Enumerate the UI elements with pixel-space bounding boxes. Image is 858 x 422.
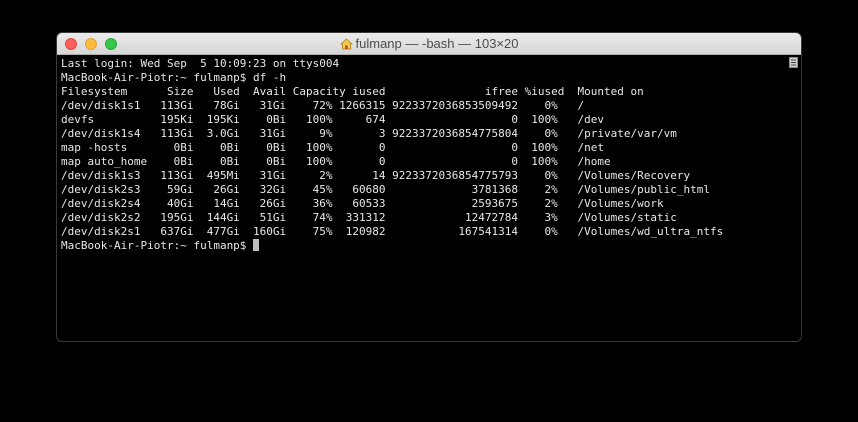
window-title: fulmanp — -bash — 103×20 [57, 33, 801, 55]
scroll-lines-icon[interactable] [789, 57, 798, 68]
terminal-window: fulmanp — -bash — 103×20 Last login: Wed… [57, 33, 801, 341]
terminal-line: /dev/disk1s4 113Gi 3.0Gi 31Gi 9% 3 92233… [61, 127, 677, 140]
terminal-line: MacBook-Air-Piotr:~ fulmanp$ df -h [61, 71, 287, 84]
terminal-line: /dev/disk1s1 113Gi 78Gi 31Gi 72% 1266315… [61, 99, 585, 112]
terminal-line: Last login: Wed Sep 5 10:09:23 on ttys00… [61, 57, 340, 70]
terminal-output[interactable]: Last login: Wed Sep 5 10:09:23 on ttys00… [61, 57, 785, 339]
scrollbar[interactable] [787, 55, 801, 341]
terminal-line: map -hosts 0Bi 0Bi 0Bi 100% 0 0 100% /ne… [61, 141, 605, 154]
home-icon [339, 38, 353, 50]
title-bar[interactable]: fulmanp — -bash — 103×20 [57, 33, 801, 55]
terminal-line: Filesystem Size Used Avail Capacity iuse… [61, 85, 644, 98]
prompt-line[interactable]: MacBook-Air-Piotr:~ fulmanp$ [61, 239, 785, 253]
terminal-line: /dev/disk2s4 40Gi 14Gi 26Gi 36% 60533 25… [61, 197, 664, 210]
terminal-line: devfs 195Ki 195Ki 0Bi 100% 674 0 100% /d… [61, 113, 605, 126]
text-cursor [253, 239, 260, 251]
terminal-line: /dev/disk2s1 637Gi 477Gi 160Gi 75% 12098… [61, 225, 724, 238]
prompt-text: MacBook-Air-Piotr:~ fulmanp$ [61, 239, 254, 252]
window-title-text: fulmanp — -bash — 103×20 [355, 36, 519, 51]
terminal-line: /dev/disk2s2 195Gi 144Gi 51Gi 74% 331312… [61, 211, 677, 224]
terminal-line: map auto_home 0Bi 0Bi 0Bi 100% 0 0 100% … [61, 155, 611, 168]
terminal-line: /dev/disk1s3 113Gi 495Mi 31Gi 2% 14 9223… [61, 169, 691, 182]
terminal-line: /dev/disk2s3 59Gi 26Gi 32Gi 45% 60680 37… [61, 183, 711, 196]
